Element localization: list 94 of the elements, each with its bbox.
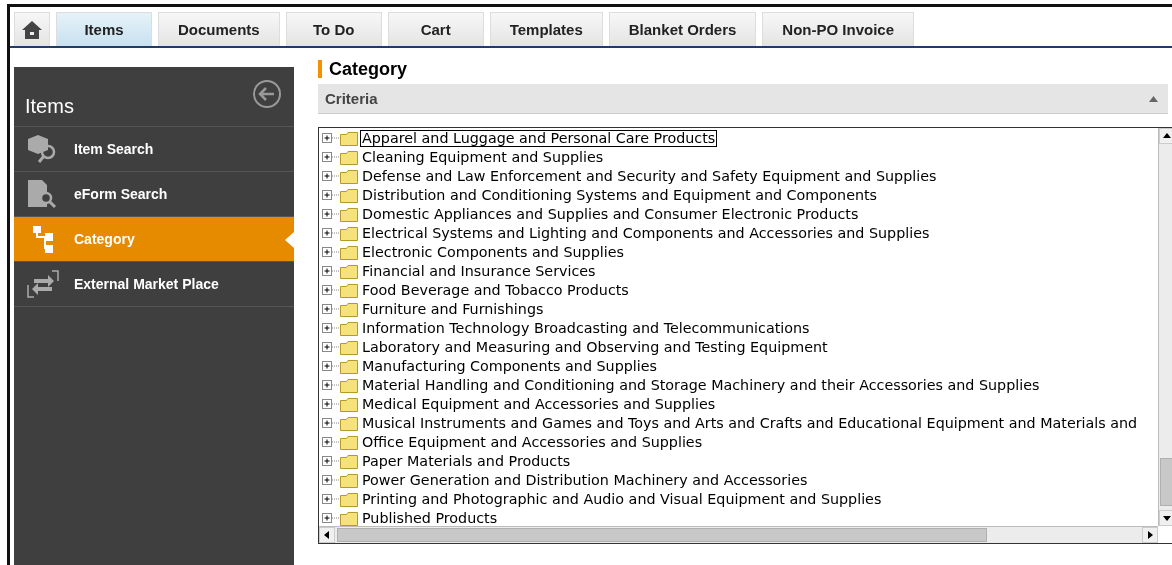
expand-icon[interactable] [322,133,340,144]
tree-item[interactable]: Musical Instruments and Games and Toys and Arts and Crafts and Educational Equipment and Materials and [360,415,1140,432]
tree-item[interactable]: Manufacturing Components and Supplies [360,358,659,375]
home-tab[interactable] [14,12,50,46]
tree-item[interactable]: Domestic Appliances and Supplies and Consumer Electronic Products [360,206,861,223]
expand-icon[interactable] [322,361,340,372]
tree-item[interactable]: Paper Materials and Products [360,453,573,470]
folder-icon [340,321,358,336]
folder-icon [340,454,358,469]
folder-icon [340,397,358,412]
sidebar-item-label: eForm Search [74,186,168,202]
tree-item[interactable]: Food Beverage and Tobacco Products [360,282,631,299]
horizontal-scrollbar[interactable] [319,526,1158,543]
tab[interactable]: Cart [387,12,484,46]
expand-icon[interactable] [322,304,340,315]
collapse-caret-icon [1149,95,1158,102]
folder-icon [340,340,358,355]
vertical-scrollbar[interactable] [1158,128,1172,526]
expand-icon[interactable] [322,494,340,505]
folder-icon [340,378,358,393]
folder-icon [340,169,358,184]
tab[interactable]: Templates [489,12,603,46]
expand-icon[interactable] [322,190,340,201]
selection-pointer-icon [285,232,294,248]
criteria-header[interactable]: Criteria [318,84,1168,114]
tree-item[interactable]: Furniture and Furnishings [360,301,546,318]
tree-item[interactable]: Material Handling and Conditioning and Storage Machinery and their Accessories and Supplies [360,377,1042,394]
expand-icon[interactable] [322,285,340,296]
tree-item[interactable]: Electrical Systems and Lighting and Components and Accessories and Supplies [360,225,932,242]
sidebar-item-label: External Market Place [74,276,219,292]
tree-item[interactable]: Printing and Photographic and Audio and Visual Equipment and Supplies [360,491,884,508]
page-title: Category [318,60,1168,78]
expand-icon[interactable] [322,323,340,334]
expand-icon[interactable] [322,399,340,410]
scroll-thumb[interactable] [1160,458,1172,506]
tree-item[interactable]: Defense and Law Enforcement and Security and Safety Equipment and Supplies [360,168,939,185]
folder-icon [340,359,358,374]
expand-icon[interactable] [322,266,340,277]
tab[interactable]: Blanket Orders [608,12,757,46]
tab[interactable]: Items [56,12,152,46]
expand-icon[interactable] [322,342,340,353]
exchange-arrows-icon [26,269,60,299]
home-icon [21,19,43,40]
folder-icon [340,131,358,146]
collapse-sidebar-button[interactable] [252,79,282,109]
scroll-up-icon [1163,132,1171,140]
tab[interactable]: Documents [158,12,280,46]
scroll-thumb[interactable] [337,528,987,542]
expand-icon[interactable] [322,456,340,467]
expand-icon[interactable] [322,437,340,448]
tree-item[interactable]: Distribution and Conditioning Systems and Equipment and Components [360,187,880,204]
sidebar-item-label: Category [74,231,135,247]
expand-icon[interactable] [322,380,340,391]
tab[interactable]: Non-PO Invoice [762,12,914,46]
scroll-right-icon [1146,531,1154,539]
folder-icon [340,150,358,165]
folder-icon [340,302,358,317]
folder-icon [340,283,358,298]
tree-item[interactable]: Medical Equipment and Accessories and Supplies [360,396,718,413]
sidebar-title: Items [25,95,74,118]
folder-icon [340,226,358,241]
tab[interactable]: To Do [285,12,382,46]
hierarchy-icon [33,225,53,253]
expand-icon[interactable] [322,247,340,258]
scroll-down-icon [1163,514,1171,522]
tree-item[interactable]: Information Technology Broadcasting and Telecommunications [360,320,812,337]
folder-icon [340,245,358,260]
tree-item[interactable]: Office Equipment and Accessories and Supplies [360,434,705,451]
folder-icon [340,188,358,203]
scroll-left-icon [323,531,331,539]
tree-item[interactable]: Laboratory and Measuring and Observing and Testing Equipment [360,339,830,356]
folder-icon [340,492,358,507]
folder-icon [340,264,358,279]
tree-item[interactable]: Published Products [360,510,500,526]
folder-icon [340,473,358,488]
folder-icon [340,435,358,450]
folder-icon [340,207,358,222]
expand-icon[interactable] [322,475,340,486]
expand-icon[interactable] [322,418,340,429]
folder-icon [340,416,358,431]
tree-item[interactable]: Power Generation and Distribution Machinery and Accessories [360,472,810,489]
criteria-label: Criteria [325,90,378,107]
tree-item[interactable]: Apparel and Luggage and Personal Care Products [360,130,718,147]
expand-icon[interactable] [322,209,340,220]
expand-icon[interactable] [322,513,340,524]
expand-icon[interactable] [322,171,340,182]
sidebar-item[interactable]: External Market Place [14,262,294,307]
sidebar-item-label: Item Search [74,141,154,157]
tree-item[interactable]: Financial and Insurance Services [360,263,598,280]
sidebar-item[interactable]: Item Search [14,127,294,172]
tree-item[interactable]: Cleaning Equipment and Supplies [360,149,606,166]
expand-icon[interactable] [322,152,340,163]
tree-item[interactable]: Electronic Components and Supplies [360,244,626,261]
expand-icon[interactable] [322,228,340,239]
